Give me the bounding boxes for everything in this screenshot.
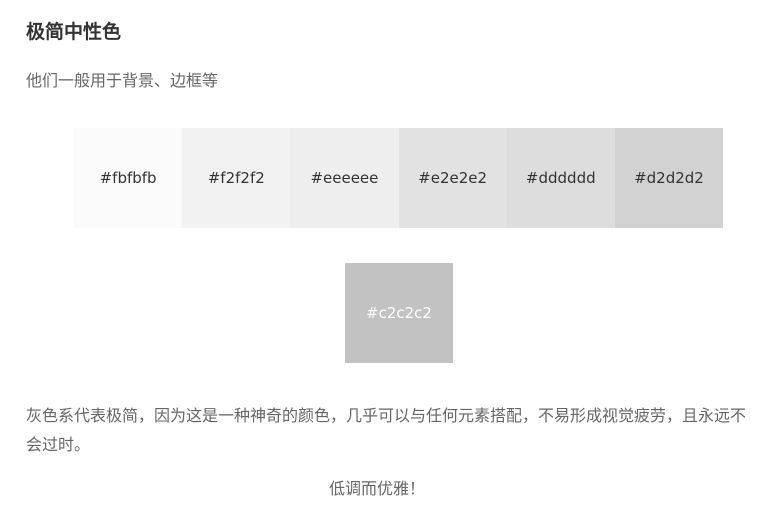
description-text: 灰色系代表极简，因为这是一种神奇的颜色，几乎可以与任何元素搭配，不易形成视觉疲劳… [26, 406, 747, 454]
color-swatch-row: #fbfbfb #f2f2f2 #eeeeee #e2e2e2 #dddddd … [74, 128, 724, 228]
swatch-label: #fbfbfb [99, 169, 157, 187]
color-swatch-f2f2f2: #f2f2f2 [182, 128, 291, 228]
color-swatch-d2d2d2: #d2d2d2 [614, 128, 724, 228]
swatch-label: #c2c2c2 [366, 304, 432, 322]
color-swatch-dddddd: #dddddd [506, 128, 615, 228]
color-swatch-e2e2e2: #e2e2e2 [398, 128, 507, 228]
swatch-label: #dddddd [525, 169, 596, 187]
swatch-label: #eeeeee [310, 169, 379, 187]
section-title: 极简中性色 [26, 21, 122, 43]
section-subtitle: 他们一般用于背景、边框等 [26, 71, 219, 90]
swatch-label: #d2d2d2 [634, 169, 704, 187]
color-swatch-eeeeee: #eeeeee [290, 128, 399, 228]
color-swatch-fbfbfb: #fbfbfb [74, 128, 183, 228]
swatch-label: #f2f2f2 [207, 169, 265, 187]
swatch-label: #e2e2e2 [418, 169, 488, 187]
footer-text: 低调而优雅！ [328, 479, 425, 498]
color-swatch-c2c2c2: #c2c2c2 [345, 263, 453, 363]
